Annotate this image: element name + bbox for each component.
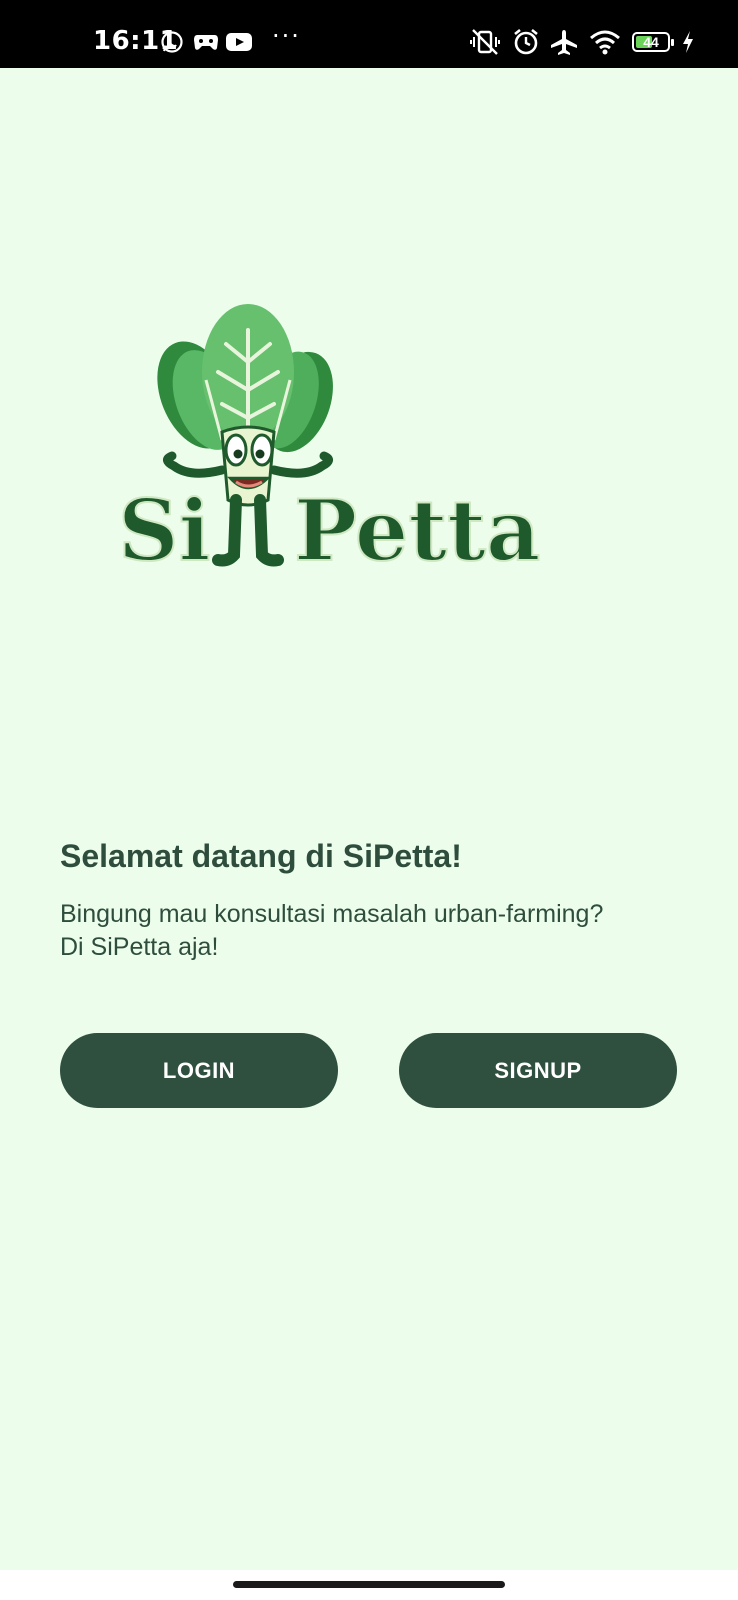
more-notifications-icon: ··· bbox=[272, 22, 301, 50]
youtube-icon bbox=[226, 33, 252, 51]
login-button[interactable]: LOGIN bbox=[60, 1033, 338, 1108]
airplane-icon bbox=[551, 30, 577, 55]
battery-icon: 44 bbox=[632, 32, 674, 52]
wifi-icon bbox=[590, 30, 620, 55]
signup-button[interactable]: SIGNUP bbox=[399, 1033, 677, 1108]
svg-text:Si: Si bbox=[118, 481, 211, 580]
svg-text:Petta: Petta bbox=[294, 481, 540, 580]
welcome-description-line-2: Di SiPetta aja! bbox=[60, 933, 219, 961]
status-bar: 16:11 ··· 44 bbox=[0, 0, 738, 68]
welcome-description: Bingung mau konsultasi masalah urban-far… bbox=[60, 898, 700, 964]
charging-icon bbox=[683, 31, 693, 53]
game-icon bbox=[194, 35, 218, 50]
welcome-title: Selamat datang di SiPetta! bbox=[60, 838, 462, 874]
home-indicator[interactable] bbox=[233, 1581, 505, 1588]
battery-level: 44 bbox=[643, 34, 659, 50]
sipetta-logo: Si Petta bbox=[118, 304, 541, 581]
whatsapp-icon bbox=[161, 31, 183, 53]
welcome-description-line-1: Bingung mau konsultasi masalah urban-far… bbox=[60, 900, 604, 928]
alarm-icon bbox=[514, 28, 538, 55]
vibrate-off-icon bbox=[470, 29, 500, 55]
